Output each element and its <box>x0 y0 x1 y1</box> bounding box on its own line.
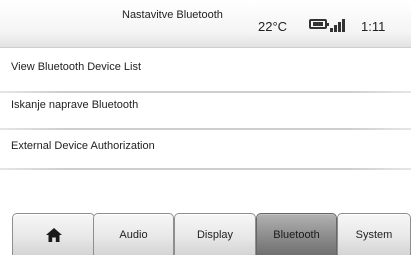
battery-icon <box>309 19 329 29</box>
tab-bluetooth[interactable]: Bluetooth <box>256 213 337 255</box>
tab-home[interactable] <box>12 213 95 255</box>
tab-label: Display <box>196 228 234 241</box>
tab-system[interactable]: System <box>337 213 411 255</box>
tab-label: System <box>355 228 393 241</box>
tab-label: Bluetooth <box>273 228 320 241</box>
page-title: Nastavitve Bluetooth <box>122 9 223 21</box>
clock: 1:11 <box>361 19 386 34</box>
menu-item-view-device-list[interactable]: View Bluetooth Device List <box>0 48 411 85</box>
menu-item-label: External Device Authorization <box>11 139 155 152</box>
temperature-readout: 22°C <box>258 19 288 34</box>
signal-strength-icon <box>330 18 346 32</box>
home-icon <box>45 227 62 242</box>
status-header: Nastavitve Bluetooth 22°C 1:11 <box>0 0 411 48</box>
divider <box>0 168 411 170</box>
tab-display[interactable]: Display <box>174 213 256 255</box>
tab-label: Audio <box>119 228 148 241</box>
menu-item-external-device-authorization[interactable]: External Device Authorization <box>0 127 411 164</box>
menu-item-search-device[interactable]: Iskanje naprave Bluetooth <box>0 86 411 123</box>
tab-audio[interactable]: Audio <box>93 213 174 255</box>
menu-item-label: Iskanje naprave Bluetooth <box>11 98 139 111</box>
menu-item-label: View Bluetooth Device List <box>11 60 142 73</box>
